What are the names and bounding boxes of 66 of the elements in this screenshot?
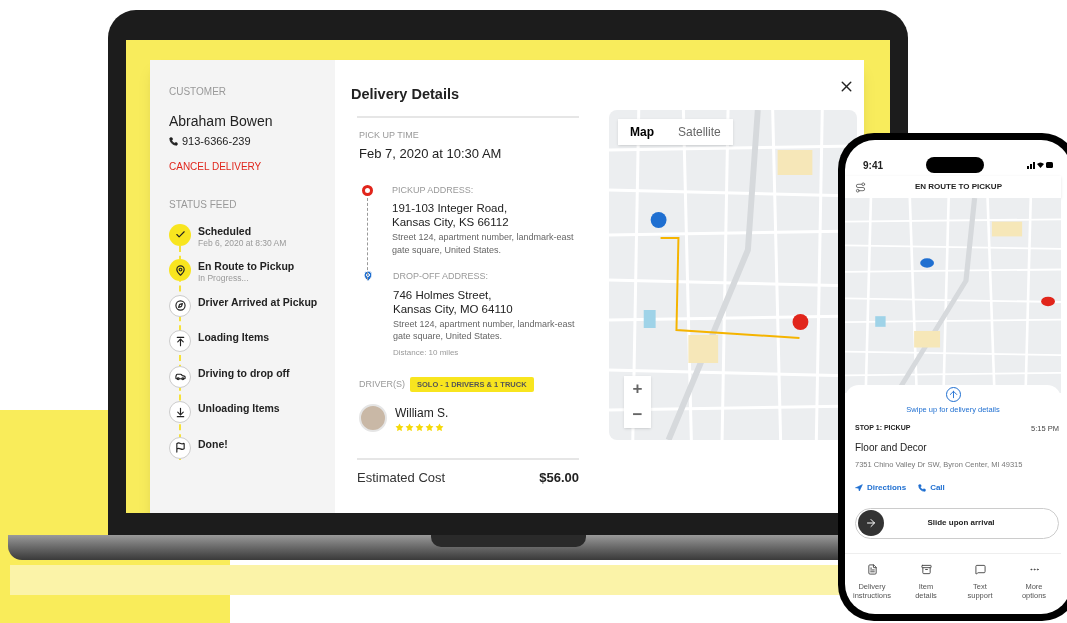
slider-handle[interactable] [858,510,884,537]
upload-icon [174,335,186,347]
pickup-time: Feb 7, 2020 at 10:30 AM [359,145,503,164]
customer-phone: 913-6366-239 [182,134,251,149]
address-line: Kansas City, KS 66112 [392,215,510,230]
status-icons [1027,161,1053,169]
cancel-delivery-link[interactable]: CANCEL DELIVERY [169,158,335,174]
place-name: Floor and Decor [855,440,928,455]
customer-name: Abraham Bowen [169,112,274,131]
status-title: En Route to Pickup [198,260,295,273]
avatar-placeholder [359,404,387,432]
map-type-tab[interactable]: Map [618,119,666,145]
star-icon [405,423,414,432]
status-title: Loading Items [198,331,270,344]
star-icon [425,423,434,432]
slider-label: Slide upon arrival [926,517,996,530]
flag-icon [174,442,186,453]
status-title: Driving to drop off [198,366,290,380]
arrow-right-icon [865,517,877,530]
screen-title: EN ROUTE TO PICKUP [914,181,1003,193]
map-type-tab[interactable]: Satellite [666,119,733,145]
phone-icon [169,136,178,146]
status-title: Done! [198,437,228,451]
star-icon [395,423,404,432]
chat-icon [974,563,986,575]
status-subtitle: In Progress... [198,273,250,284]
pickup-marker-icon [362,184,373,196]
location-pin-icon [174,264,186,276]
address-label: DROP-OFF ADDRESS: [393,270,489,284]
status-time: 9:41 [863,158,883,173]
directions-icon [855,483,863,492]
status-title: Unloading Items [198,402,280,415]
call-button[interactable]: Call [918,481,945,494]
address-line: Kansas City, MO 64110 [393,301,514,316]
car-icon [174,371,186,382]
route-icon[interactable] [855,181,866,193]
phone-icon [918,483,927,492]
address-line: 746 Holmes Street, [393,287,493,302]
status-title: Driver Arrived at Pickup [198,295,318,309]
section-label: DRIVER(S) [359,377,405,391]
section-label: STATUS FEED [169,197,238,212]
zoom-out-button[interactable]: − [624,402,651,428]
dynamic-island [926,157,984,173]
document-icon [866,563,878,575]
dropoff-pin-icon [362,270,374,283]
address-note: Street 124, apartment number, landmark-east gate square, United States. [392,231,575,257]
address-label: PICKUP ADDRESS: [392,183,475,197]
address-line: 191-103 Integer Road, [392,201,509,216]
zoom-in-button[interactable]: + [624,376,651,402]
driver-name: William S. [395,405,449,422]
star-icon [435,423,444,432]
section-label: PICK UP TIME [359,128,420,142]
download-icon [174,406,186,418]
panel-title: Delivery Details [351,85,460,104]
cost-label: Estimated Cost [357,469,446,487]
directions-button[interactable]: Directions [855,481,907,494]
archive-box-icon [920,563,932,575]
check-icon [174,229,186,240]
compass-icon [174,300,186,311]
cost-value: $56.00 [539,469,579,487]
status-title: Scheduled [198,224,253,238]
status-subtitle: Feb 6, 2020 at 8:30 AM [198,237,287,249]
star-icon [415,423,424,432]
section-label: CUSTOMER [169,85,228,99]
address-note: Street 124, apartment number, landmark-east gate square, United States. [393,317,576,343]
distance-text: Distance: 10 miles [393,346,460,359]
